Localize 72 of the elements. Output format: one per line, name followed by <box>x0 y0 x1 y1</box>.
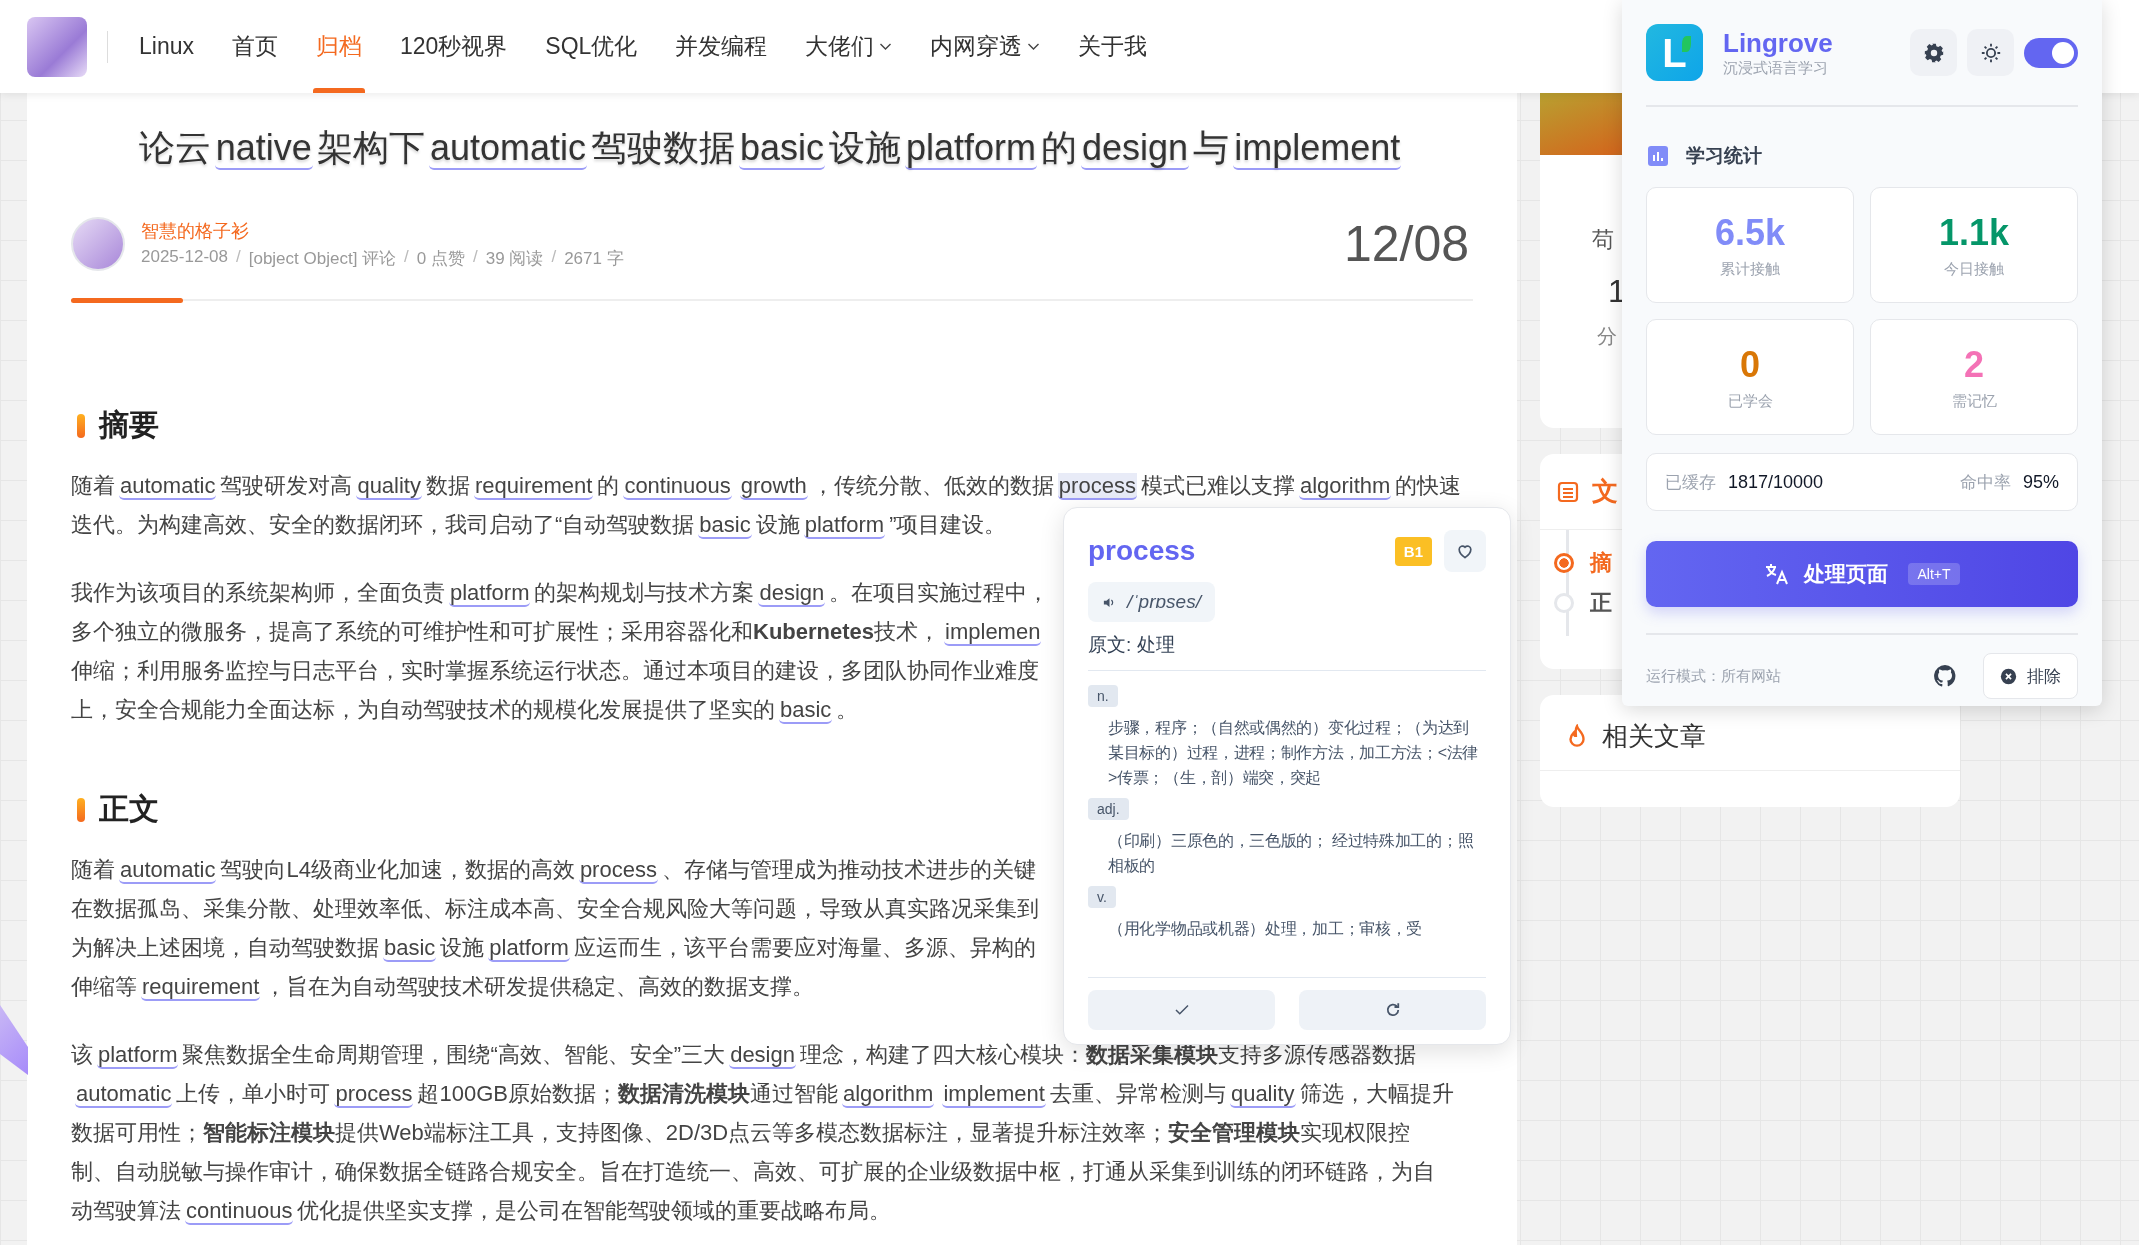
list-icon <box>1556 479 1580 504</box>
nav-link[interactable]: 内网穿透 <box>911 0 1060 93</box>
definition-text: （用化学物品或机器）处理，加工；审核，受 <box>1107 919 1423 939</box>
stat-value: 6.5k <box>1714 211 1786 254</box>
cache-label: 已缓存 <box>1665 471 1716 494</box>
meta-info: 2671 字 <box>564 247 624 270</box>
word-title: process <box>1088 535 1196 567</box>
part-of-speech-tag: v. <box>1088 886 1116 908</box>
author-avatar <box>71 217 125 271</box>
enable-toggle[interactable] <box>2024 37 2078 68</box>
sun-icon <box>1979 41 2002 64</box>
hit-rate-label: 命中率 <box>1959 471 2011 494</box>
separator: / <box>551 246 557 268</box>
app-subtitle: 沉浸式语言学习 <box>1723 58 1829 78</box>
pronunciation-button[interactable]: /ˈprɒses/ <box>1088 582 1215 622</box>
run-mode-text: 运行模式：所有网站 <box>1646 666 1781 686</box>
section-heading: 正文 <box>99 791 159 827</box>
avatar-image[interactable] <box>27 16 87 77</box>
stat-label: 需记忆 <box>1951 391 1997 411</box>
settings-button[interactable] <box>1910 29 1957 76</box>
stat-value: 1.1k <box>1938 211 2010 254</box>
translate-icon <box>1764 562 1791 586</box>
nav-link[interactable]: 120秒视界 <box>381 0 527 93</box>
hit-rate-value: 95% <box>2022 471 2059 493</box>
nav-link[interactable]: SQL优化 <box>526 0 657 93</box>
nav-link[interactable]: 首页 <box>213 0 297 93</box>
bar-chart-icon <box>1648 146 1668 166</box>
stat-value: 0 <box>1740 343 1760 386</box>
definition-text: （印刷）三原色的，三色版的； 经过特殊加工的；照相板的 <box>1107 831 1475 876</box>
original-text: 原文: 处理 <box>1088 632 1486 671</box>
settings-icon <box>1922 41 1945 64</box>
close-circle-icon <box>2000 667 2017 685</box>
section-title: 学习统计 <box>1686 144 1762 168</box>
app-logo: L <box>1646 24 1703 81</box>
toc-link[interactable]: 正 <box>1590 588 1612 618</box>
stat-value: 2 <box>1964 343 1984 386</box>
level-badge: B1 <box>1394 536 1432 566</box>
app-title: Lingrove <box>1723 27 1833 59</box>
heading-marker-icon <box>77 797 85 822</box>
part-of-speech-tag: n. <box>1088 685 1118 707</box>
nav-link[interactable]: 关于我 <box>1059 0 1167 93</box>
profile-name: 苟 <box>1592 226 1614 254</box>
heading-marker-icon <box>77 413 85 438</box>
separator: / <box>473 246 478 268</box>
meta-info: 39 阅读 <box>485 247 544 270</box>
meta-info: 0 点赞 <box>416 247 465 270</box>
favorite-button[interactable] <box>1444 530 1486 572</box>
github-icon[interactable] <box>1933 664 1957 688</box>
category-label: 分 <box>1597 324 1617 349</box>
stat-label: 累计接触 <box>1720 259 1780 279</box>
separator: / <box>404 246 409 268</box>
nav-link[interactable]: 大佬们 <box>786 0 912 93</box>
theme-button[interactable] <box>1967 29 2014 76</box>
related-title: 相关文章 <box>1602 720 1706 753</box>
separator: / <box>235 246 241 268</box>
part-of-speech-tag: adj. <box>1088 798 1129 820</box>
cache-value: 1817/10000 <box>1728 471 1824 493</box>
nav-link[interactable]: 并发编程 <box>656 0 787 93</box>
process-page-button[interactable]: 处理页面 Alt+T <box>1646 541 2078 607</box>
article-title: 论云 native 架构下automatic驾驶数据 basic设施 platform 的 design与 implement <box>137 126 1403 172</box>
post-date: 12/08 <box>1343 215 1469 273</box>
toc-title: 文 <box>1592 475 1618 508</box>
meta-info: 2025-12-08 <box>141 246 228 268</box>
category-count: 1 <box>1608 273 1626 310</box>
shortcut-hint: Alt+T <box>1908 563 1960 585</box>
meta-info: [object Object] 评论 <box>248 247 397 270</box>
stat-label: 已学会 <box>1727 391 1773 411</box>
section-heading: 摘要 <box>99 407 159 443</box>
stat-label: 今日接触 <box>1944 259 2004 279</box>
nav-link[interactable]: Linux <box>120 0 213 93</box>
definition-text: 步骤，程序；（自然或偶然的）变化过程；（为达到某目标的）过程，进程；制作方法，加工方法；<法律>传票；（生，剖）端突，突起 <box>1107 718 1480 788</box>
exclude-button[interactable]: 排除 <box>1983 653 2078 699</box>
